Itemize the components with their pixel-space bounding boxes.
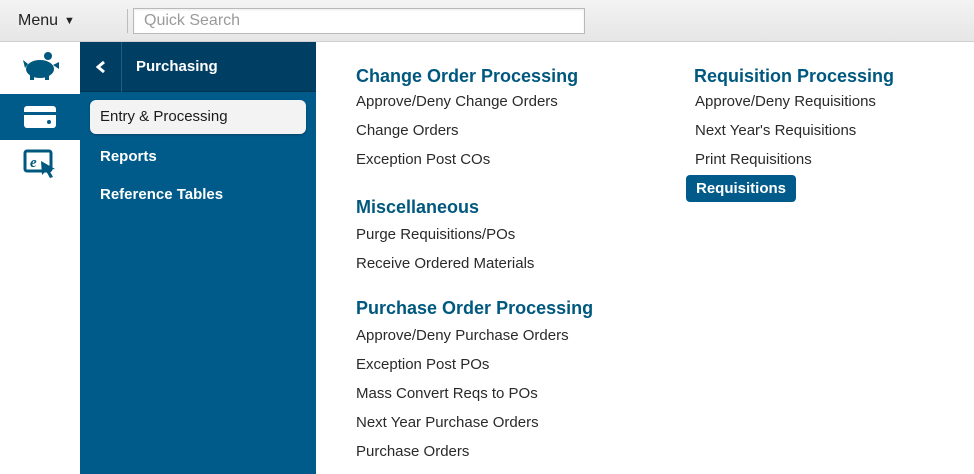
nav-item-entry-processing[interactable]: Entry & Processing [90,100,306,134]
section-title-requisition: Requisition Processing [694,66,895,86]
nav-title: Purchasing [136,58,218,75]
link-purchase-orders[interactable]: Purchase Orders [356,443,469,460]
link-approve-deny-change-orders[interactable]: Approve/Deny Change Orders [356,93,558,110]
link-next-years-requisitions[interactable]: Next Year's Requisitions [695,122,856,139]
piggy-bank-icon [23,52,59,80]
e-click-icon: e [23,149,55,178]
link-next-year-purchase-orders[interactable]: Next Year Purchase Orders [356,414,539,431]
nav-header: Purchasing [80,41,316,92]
module-nav: Purchasing Entry & Processing Reports Re… [80,41,316,474]
app-icon-rail: e [0,42,80,474]
menu-label: Menu [18,12,59,29]
link-print-requisitions[interactable]: Print Requisitions [695,151,812,168]
top-bar: Menu ▼ [0,0,974,42]
link-exception-post-cos[interactable]: Exception Post COs [356,151,490,168]
section-title-purchase-order: Purchase Order Processing [356,298,594,318]
rail-item-purchasing[interactable] [0,94,80,140]
link-change-orders[interactable]: Change Orders [356,122,459,139]
quick-search-input[interactable] [134,9,584,33]
link-mass-convert-reqs-to-pos[interactable]: Mass Convert Reqs to POs [356,385,538,402]
svg-text:e: e [30,155,37,171]
menu-button[interactable]: Menu ▼ [18,10,75,32]
link-approve-deny-purchase-orders[interactable]: Approve/Deny Purchase Orders [356,327,569,344]
nav-item-reports[interactable]: Reports [90,148,306,165]
back-button[interactable] [80,41,122,92]
caret-down-icon: ▼ [64,15,75,27]
link-exception-post-pos[interactable]: Exception Post POs [356,356,489,373]
link-receive-ordered-materials[interactable]: Receive Ordered Materials [356,255,534,272]
chevron-left-icon [95,60,105,73]
rail-item-eprocurement[interactable]: e [0,142,80,186]
section-title-change-order: Change Order Processing [356,66,579,86]
link-approve-deny-requisitions[interactable]: Approve/Deny Requisitions [695,93,876,110]
section-title-miscellaneous: Miscellaneous [356,197,480,217]
link-purge-requisitions-pos[interactable]: Purge Requisitions/POs [356,226,515,243]
credit-card-icon [24,106,56,128]
link-requisitions[interactable]: Requisitions [686,175,797,202]
rail-item-finance[interactable] [0,42,80,90]
divider [127,9,128,33]
nav-item-reference-tables[interactable]: Reference Tables [90,186,306,203]
quick-search-box[interactable] [133,8,585,34]
